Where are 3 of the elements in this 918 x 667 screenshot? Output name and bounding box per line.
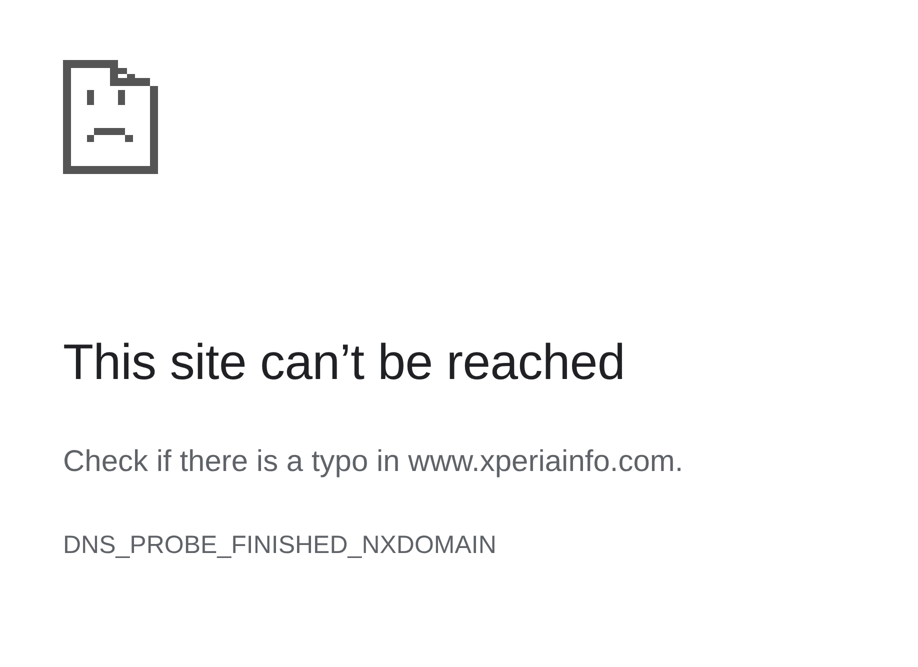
error-title: This site can’t be reached (63, 333, 626, 392)
error-message: Check if there is a typo in www.xperiainfo.com. (63, 444, 684, 480)
error-code: DNS_PROBE_FINISHED_NXDOMAIN (63, 530, 498, 560)
